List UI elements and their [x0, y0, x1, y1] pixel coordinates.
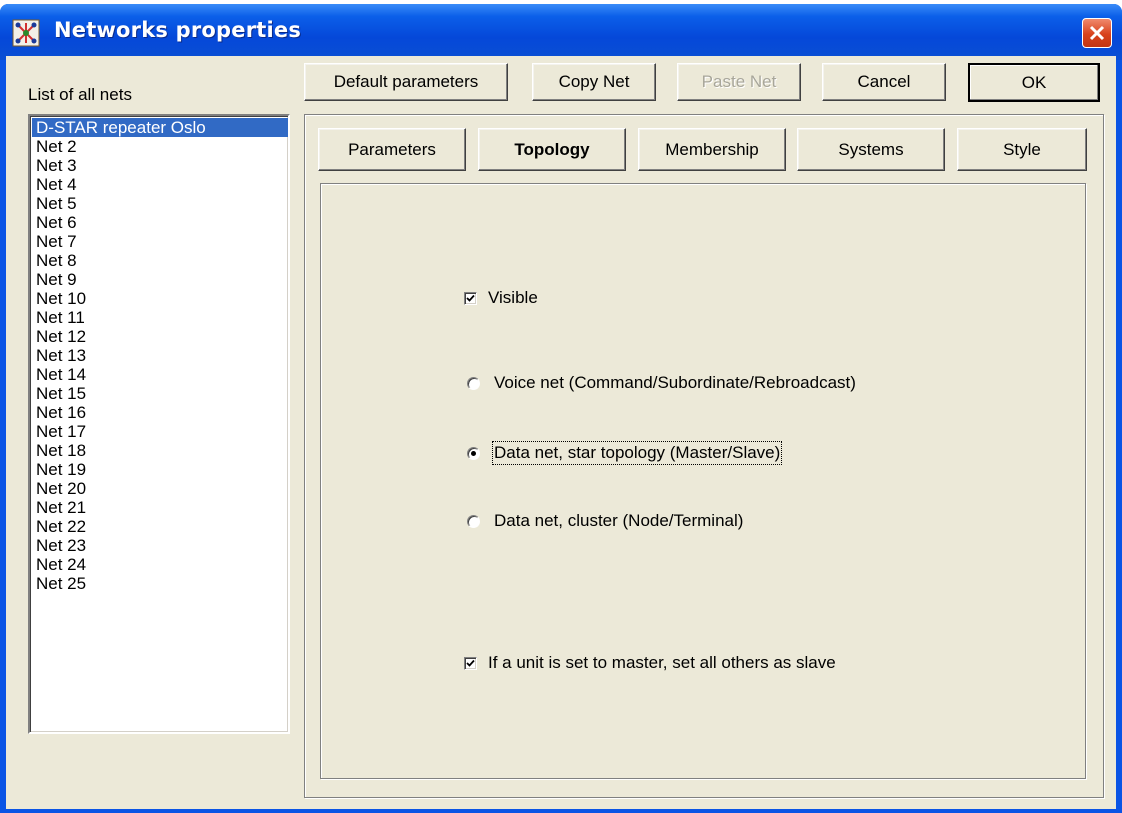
list-item[interactable]: Net 18 — [32, 441, 288, 460]
network-app-icon — [12, 19, 40, 47]
list-item[interactable]: Net 23 — [32, 536, 288, 555]
list-item[interactable]: D-STAR repeater Oslo — [32, 118, 288, 137]
voice-net-radio[interactable] — [467, 376, 480, 390]
list-item[interactable]: Net 25 — [32, 574, 288, 593]
data-star-radio-row[interactable]: Data net, star topology (Master/Slave) — [467, 441, 783, 465]
list-item[interactable]: Net 10 — [32, 289, 288, 308]
visible-checkbox-row[interactable]: Visible — [464, 288, 538, 308]
data-cluster-radio-row[interactable]: Data net, cluster (Node/Terminal) — [467, 511, 743, 531]
list-label: List of all nets — [28, 85, 132, 104]
close-button[interactable] — [1082, 18, 1112, 48]
list-item[interactable]: Net 9 — [32, 270, 288, 289]
tab-topology[interactable]: Topology — [478, 128, 626, 171]
voice-net-radio-row[interactable]: Voice net (Command/Subordinate/Rebroadca… — [467, 373, 856, 393]
cancel-button[interactable]: Cancel — [822, 63, 946, 101]
list-item[interactable]: Net 3 — [32, 156, 288, 175]
data-star-label: Data net, star topology (Master/Slave) — [491, 441, 783, 465]
tab-systems[interactable]: Systems — [797, 128, 945, 171]
list-item[interactable]: Net 8 — [32, 251, 288, 270]
list-item[interactable]: Net 16 — [32, 403, 288, 422]
radio-selected-dot — [471, 450, 476, 456]
list-item[interactable]: Net 5 — [32, 194, 288, 213]
list-item[interactable]: Net 20 — [32, 479, 288, 498]
visible-label: Visible — [488, 288, 538, 307]
list-item[interactable]: Net 12 — [32, 327, 288, 346]
list-item[interactable]: Net 2 — [32, 137, 288, 156]
voice-net-label: Voice net (Command/Subordinate/Rebroadca… — [494, 373, 856, 392]
title-bar[interactable]: Networks properties — [0, 4, 1122, 60]
master-slave-label: If a unit is set to master, set all othe… — [488, 653, 836, 672]
topology-panel — [320, 183, 1086, 779]
tab-style[interactable]: Style — [957, 128, 1087, 171]
list-item[interactable]: Net 21 — [32, 498, 288, 517]
list-item[interactable]: Net 19 — [32, 460, 288, 479]
paste-net-button[interactable]: Paste Net — [677, 63, 801, 101]
data-cluster-label: Data net, cluster (Node/Terminal) — [494, 511, 744, 530]
ok-button[interactable]: OK — [968, 63, 1100, 102]
list-item[interactable]: Net 22 — [32, 517, 288, 536]
list-item[interactable]: Net 15 — [32, 384, 288, 403]
copy-net-button[interactable]: Copy Net — [532, 63, 656, 101]
list-item[interactable]: Net 6 — [32, 213, 288, 232]
close-icon — [1089, 25, 1105, 41]
master-slave-checkbox[interactable] — [464, 656, 477, 670]
list-item[interactable]: Net 24 — [32, 555, 288, 574]
nets-listbox[interactable]: D-STAR repeater Oslo Net 2 Net 3 Net 4 Net 5… — [28, 114, 290, 734]
default-parameters-button[interactable]: Default parameters — [304, 63, 508, 101]
visible-checkbox[interactable] — [464, 291, 477, 305]
list-item[interactable]: Net 17 — [32, 422, 288, 441]
data-star-radio[interactable] — [467, 446, 480, 460]
list-item[interactable]: Net 13 — [32, 346, 288, 365]
list-item[interactable]: Net 4 — [32, 175, 288, 194]
list-item[interactable]: Net 14 — [32, 365, 288, 384]
window-title: Networks properties — [54, 18, 302, 42]
tab-membership[interactable]: Membership — [638, 128, 786, 171]
master-slave-checkbox-row[interactable]: If a unit is set to master, set all othe… — [464, 653, 836, 673]
data-cluster-radio[interactable] — [467, 514, 480, 528]
list-item[interactable]: Net 11 — [32, 308, 288, 327]
checkmark-icon — [466, 659, 475, 667]
list-item[interactable]: Net 7 — [32, 232, 288, 251]
checkmark-icon — [466, 294, 475, 302]
tab-parameters[interactable]: Parameters — [318, 128, 466, 171]
